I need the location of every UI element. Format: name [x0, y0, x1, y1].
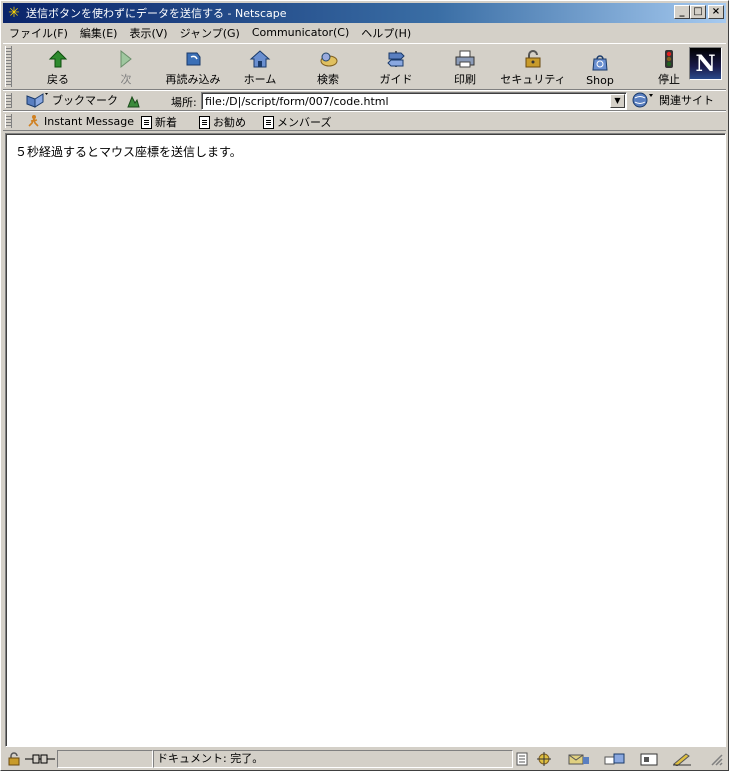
toolbar-grip[interactable]	[5, 46, 12, 87]
security-button[interactable]: セキュリティ	[500, 47, 566, 87]
bookmarks-button[interactable]: ブックマーク	[25, 92, 118, 108]
print-label: 印刷	[454, 73, 476, 86]
resize-grip-icon[interactable]	[709, 752, 723, 766]
printer-icon	[453, 48, 477, 70]
page-proxy-icon[interactable]	[125, 93, 141, 109]
search-icon	[316, 48, 340, 70]
shop-label: Shop	[586, 74, 614, 87]
location-label: 場所:	[171, 96, 197, 109]
home-button[interactable]: ホーム	[227, 47, 293, 87]
netscape-logo[interactable]: N	[689, 47, 722, 80]
personal-toolbar: Instant Message 新着 お勧め メンバーズ	[3, 111, 726, 131]
stop-label: 停止	[658, 73, 680, 86]
search-button[interactable]: 検索	[295, 47, 361, 87]
security-label: セキュリティ	[500, 73, 566, 86]
guide-button[interactable]: ガイド	[363, 47, 429, 87]
maximize-button[interactable]: □	[690, 5, 706, 19]
status-text: ドキュメント: 完了。	[153, 750, 513, 768]
document-icon	[141, 115, 152, 129]
status-bar: ドキュメント: 完了。	[3, 749, 726, 769]
menu-communicator[interactable]: Communicator(C)	[246, 26, 355, 39]
address-book-component-icon[interactable]	[639, 752, 659, 766]
menu-edit[interactable]: 編集(E)	[74, 25, 124, 41]
instant-message-label: Instant Message	[44, 114, 134, 128]
bookmark-icon	[26, 93, 48, 108]
location-toolbar: ブックマーク 場所: ▼ 関連サイト	[3, 90, 726, 111]
guide-signpost-icon	[384, 48, 408, 70]
recommend-label: お勧め	[213, 116, 246, 129]
newsgroup-component-icon[interactable]	[603, 752, 627, 766]
window-title: 送信ボタンを使わずにデータを送信する - Netscape	[26, 7, 287, 20]
home-icon	[248, 48, 272, 70]
toolbar-grip[interactable]	[5, 93, 12, 108]
status-list-icon	[516, 752, 528, 766]
forward-label: 次	[120, 73, 132, 86]
netscape-app-icon: ✳	[8, 5, 20, 21]
document-icon	[199, 115, 210, 129]
menu-help[interactable]: ヘルプ(H)	[355, 25, 417, 41]
location-url-input[interactable]	[201, 92, 627, 110]
menu-file[interactable]: ファイル(F)	[3, 25, 74, 41]
reload-button[interactable]: 再読み込み	[160, 47, 226, 87]
shopping-bag-icon	[588, 51, 612, 73]
reload-icon	[181, 48, 205, 70]
url-history-dropdown[interactable]: ▼	[610, 94, 625, 108]
menu-go[interactable]: ジャンプ(G)	[174, 25, 246, 41]
progress-cell	[57, 750, 153, 768]
back-button[interactable]: 戻る	[25, 47, 91, 87]
back-label: 戻る	[47, 73, 69, 86]
padlock-icon	[521, 48, 545, 70]
back-arrow-icon	[46, 48, 70, 70]
navigation-toolbar: 戻る 次 再読み込み ホーム 検索 ガイド 印刷 セキュリティ Shop 停止 …	[3, 43, 726, 90]
toolbar-grip[interactable]	[5, 114, 12, 128]
menu-view[interactable]: 表示(V)	[123, 25, 173, 41]
members-link[interactable]: メンバーズ	[263, 114, 331, 130]
document-icon	[263, 115, 274, 129]
related-sites-button[interactable]: 関連サイト	[631, 92, 714, 108]
close-button[interactable]: ×	[708, 5, 724, 19]
members-label: メンバーズ	[277, 116, 332, 129]
search-label: 検索	[317, 73, 339, 86]
bookmarks-label: ブックマーク	[52, 94, 118, 107]
guide-label: ガイド	[379, 73, 413, 86]
shop-button[interactable]: Shop	[567, 47, 633, 87]
menu-bar: ファイル(F) 編集(E) 表示(V) ジャンプ(G) Communicator…	[3, 23, 726, 42]
composer-component-icon[interactable]	[671, 752, 693, 766]
forward-arrow-icon	[114, 48, 138, 70]
instant-message-button[interactable]: Instant Message	[27, 114, 134, 128]
title-bar[interactable]: ✳ 送信ボタンを使わずにデータを送信する - Netscape _ □ ×	[3, 3, 726, 23]
page-message: ５秒経過するとマウス座標を送信します。	[15, 145, 242, 159]
navigator-component-icon[interactable]	[536, 752, 552, 766]
security-lock-status-icon[interactable]	[7, 752, 23, 766]
new-label: 新着	[155, 116, 177, 129]
minimize-button[interactable]: _	[674, 5, 690, 19]
recommend-link[interactable]: お勧め	[199, 114, 246, 130]
print-button[interactable]: 印刷	[432, 47, 498, 87]
person-running-icon	[28, 115, 39, 127]
page-content[interactable]: ５秒経過するとマウス座標を送信します。	[5, 133, 726, 747]
reload-label: 再読み込み	[165, 73, 221, 86]
stop-traffic-light-icon	[657, 48, 681, 70]
connection-status-icon	[25, 754, 55, 764]
new-link[interactable]: 新着	[141, 114, 177, 130]
forward-button[interactable]: 次	[93, 47, 159, 87]
related-sites-label: 関連サイト	[659, 94, 714, 107]
home-label: ホーム	[243, 73, 277, 86]
globe-icon	[632, 92, 653, 108]
browser-window: ✳ 送信ボタンを使わずにデータを送信する - Netscape _ □ × ファ…	[0, 0, 729, 771]
mail-component-icon[interactable]	[567, 752, 591, 766]
